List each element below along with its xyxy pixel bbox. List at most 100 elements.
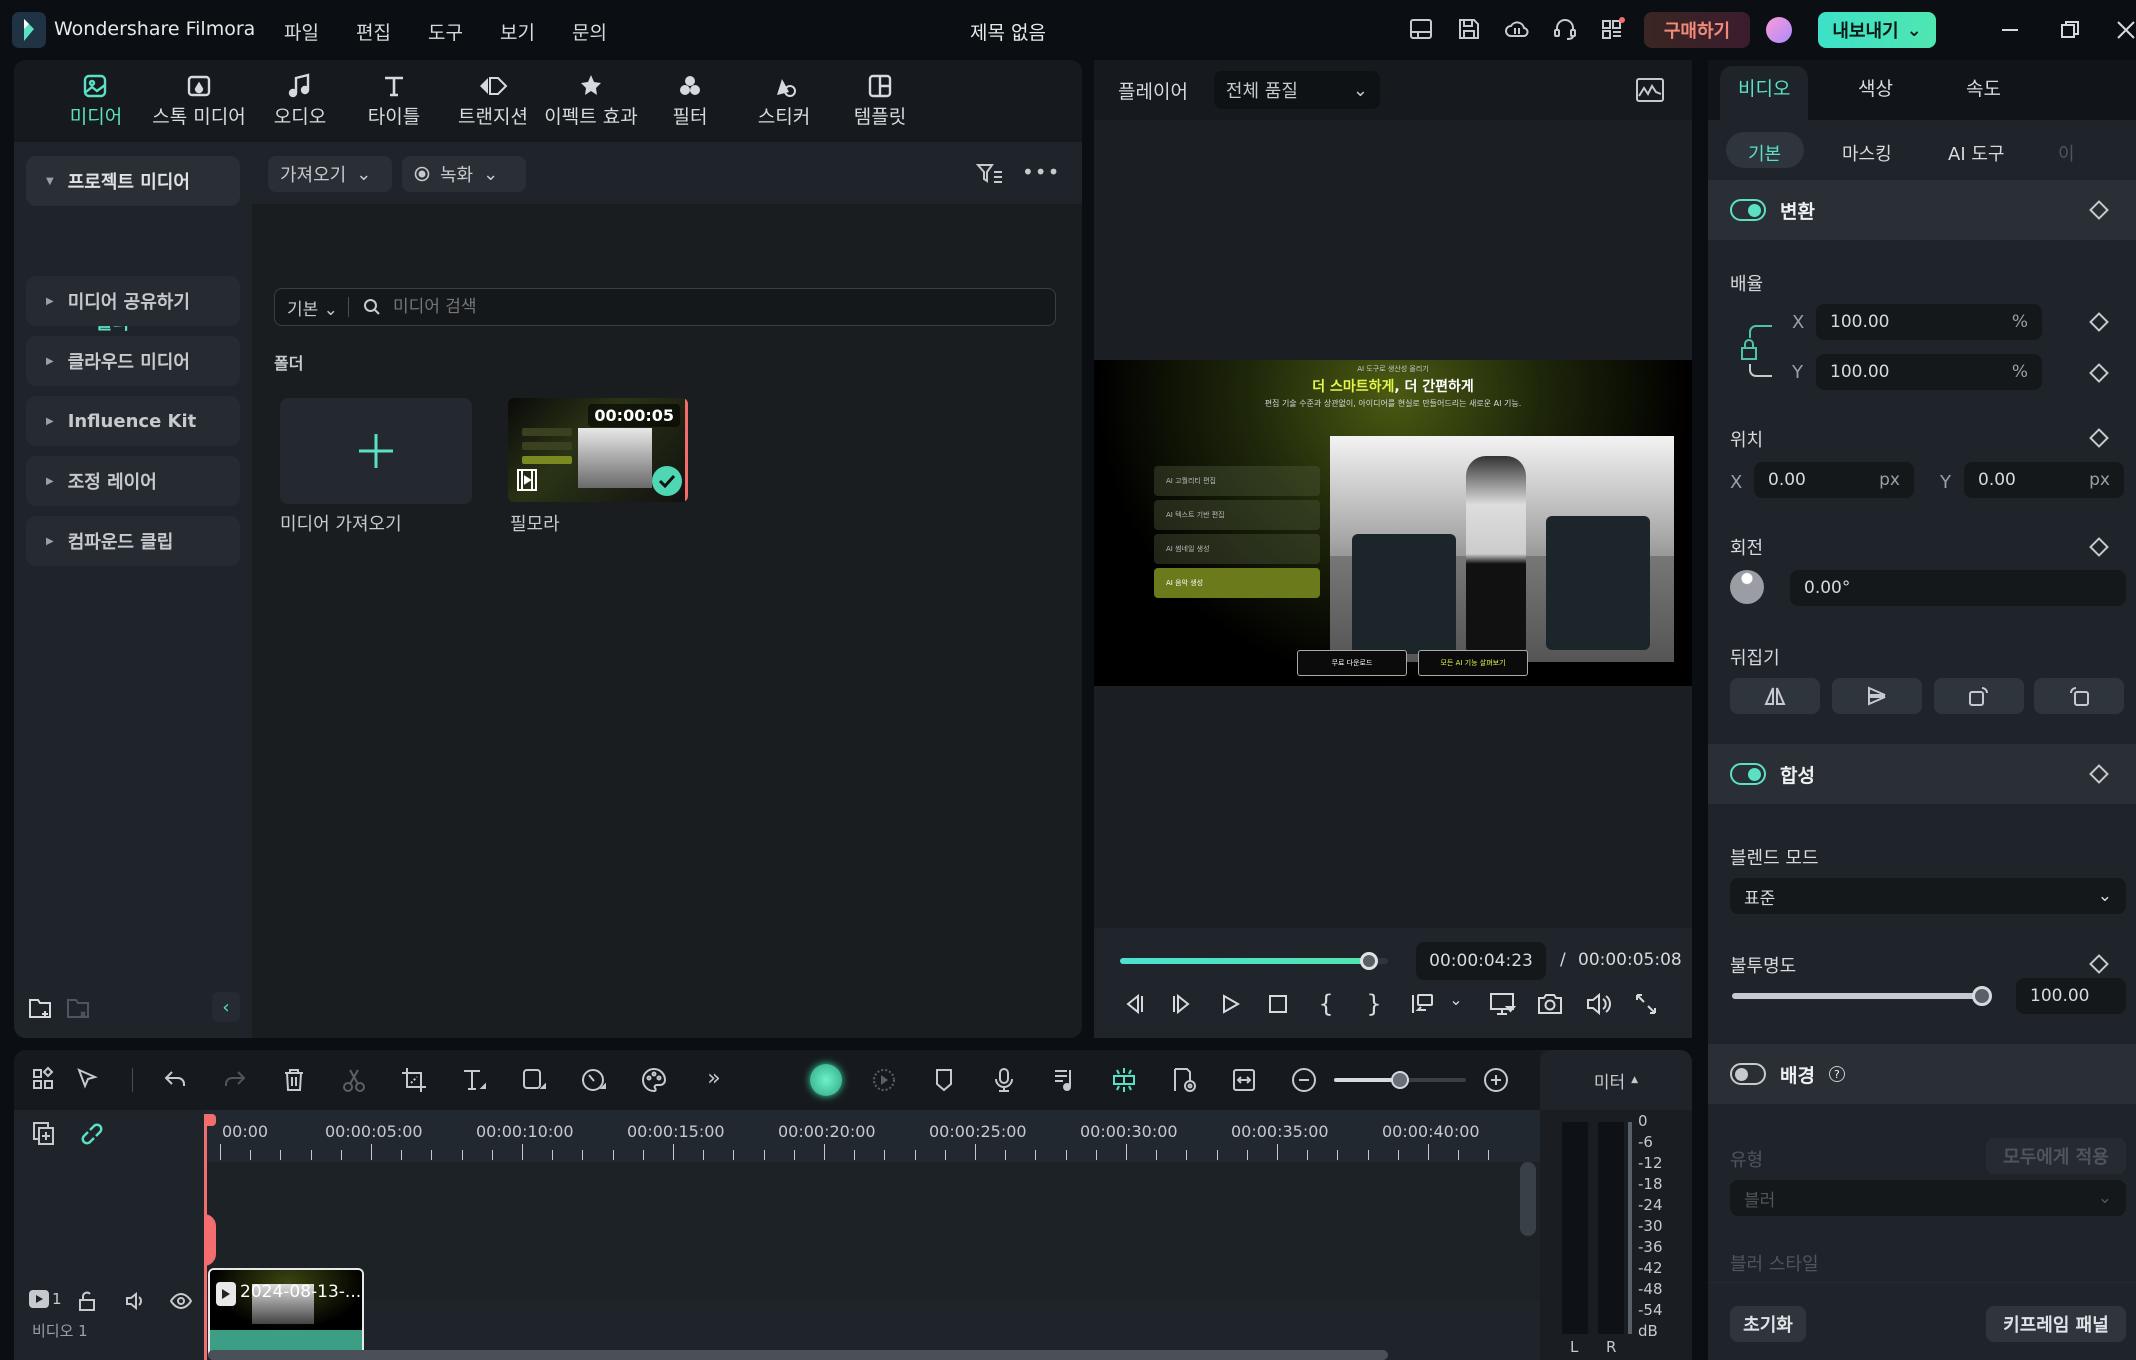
apps-grid-icon[interactable]: [1600, 16, 1628, 44]
prev-frame-icon[interactable]: [1120, 990, 1148, 1018]
snapshot-camera-icon[interactable]: [1536, 990, 1564, 1018]
position-y-input[interactable]: 0.00 px: [1964, 462, 2124, 498]
meter-toggle[interactable]: 미터 ▲: [1540, 1050, 1692, 1110]
quality-dropdown[interactable]: 전체 품질 ⌄: [1213, 71, 1380, 109]
insert-clip-icon[interactable]: [1408, 990, 1436, 1018]
save-icon[interactable]: [1456, 16, 1484, 44]
tab-filters[interactable]: 필터: [640, 70, 740, 136]
playhead-handle[interactable]: [204, 1114, 216, 1126]
menu-tools[interactable]: 도구: [428, 18, 463, 45]
cloud-sync-icon[interactable]: [1504, 16, 1532, 44]
more-options-icon[interactable]: •••: [1022, 160, 1060, 184]
tab-speed[interactable]: 속도: [1966, 74, 2001, 101]
opacity-slider-handle[interactable]: [1972, 986, 1992, 1006]
opacity-input[interactable]: 100.00: [2016, 978, 2126, 1014]
rotate-left-button[interactable]: [2034, 678, 2124, 714]
flip-vertical-button[interactable]: [1832, 678, 1922, 714]
filter-sort-icon[interactable]: [976, 162, 1004, 186]
background-toggle[interactable]: [1730, 1063, 1766, 1085]
sidebar-item-adjustment-layer[interactable]: ▶ 조정 레이어: [26, 456, 240, 506]
import-dropdown[interactable]: 가져오기 ⌄: [268, 156, 392, 192]
menu-file[interactable]: 파일: [284, 18, 319, 45]
sidebar-item-project-media[interactable]: ▼ 프로젝트 미디어: [26, 156, 240, 206]
keyframe-diamond-icon[interactable]: [2089, 537, 2109, 557]
close-icon[interactable]: [2112, 16, 2136, 44]
rotation-dial[interactable]: [1730, 570, 1764, 604]
current-time[interactable]: 00:00:04:23: [1416, 942, 1546, 980]
transform-toggle[interactable]: [1730, 199, 1766, 221]
headset-icon[interactable]: [1552, 16, 1580, 44]
mark-in-icon[interactable]: {: [1312, 990, 1340, 1018]
flip-horizontal-button[interactable]: [1730, 678, 1820, 714]
vertical-scrollbar[interactable]: [1520, 1162, 1536, 1236]
tab-stickers[interactable]: 스티커: [734, 70, 834, 136]
reset-button[interactable]: 초기화: [1730, 1306, 1806, 1342]
menu-help[interactable]: 문의: [572, 18, 607, 45]
progress-track[interactable]: [1120, 952, 1388, 970]
position-x-input[interactable]: 0.00 px: [1754, 462, 1914, 498]
tab-titles[interactable]: 타이틀: [344, 70, 444, 136]
playhead-marker[interactable]: [204, 1214, 216, 1266]
rotate-right-button[interactable]: [1934, 678, 2024, 714]
track-visibility-icon[interactable]: [170, 1290, 192, 1312]
tab-color[interactable]: 색상: [1858, 74, 1893, 101]
menu-view[interactable]: 보기: [500, 18, 535, 45]
scale-y-input[interactable]: 100.00%: [1816, 354, 2042, 390]
rotation-input[interactable]: 0.00°: [1790, 570, 2126, 606]
opacity-slider[interactable]: [1732, 986, 1992, 1006]
subtab-more[interactable]: 이: [2058, 140, 2075, 166]
export-button[interactable]: 내보내기 ⌄: [1818, 12, 1936, 48]
chevron-down-icon[interactable]: ⌄: [1442, 990, 1470, 1018]
waveform-scope-icon[interactable]: [1636, 78, 1664, 102]
keyframe-diamond-icon[interactable]: [2089, 954, 2109, 974]
subtab-basic[interactable]: 기본: [1748, 140, 1781, 166]
composite-toggle[interactable]: [1730, 763, 1766, 785]
restore-icon[interactable]: [2056, 16, 2084, 44]
tab-stock-media[interactable]: 스톡 미디어: [134, 70, 264, 136]
media-thumbnail-filmora[interactable]: 00:00:05: [508, 398, 688, 502]
lock-track-icon[interactable]: [76, 1290, 98, 1312]
buy-button[interactable]: 구매하기: [1644, 12, 1750, 48]
lock-ratio-icon[interactable]: [1738, 318, 1774, 384]
apply-to-all-button[interactable]: 모두에게 적용: [1986, 1138, 2126, 1174]
scale-x-input[interactable]: 100.00%: [1816, 304, 2042, 340]
keyframe-diamond-icon[interactable]: [2089, 428, 2109, 448]
keyframe-diamond-icon[interactable]: [2089, 312, 2109, 332]
sidebar-item-influence-kit[interactable]: ▶ Influence Kit: [26, 396, 240, 446]
sidebar-item-compound-clip[interactable]: ▶ 컴파운드 클립: [26, 516, 240, 566]
new-folder-icon[interactable]: [28, 996, 54, 1020]
keyframe-diamond-icon[interactable]: [2089, 363, 2109, 383]
menu-edit[interactable]: 편집: [356, 18, 391, 45]
user-avatar[interactable]: [1766, 17, 1792, 43]
subtab-ai-tools[interactable]: AI 도구: [1948, 140, 2004, 166]
import-media-tile[interactable]: [280, 398, 472, 504]
timeline-clip[interactable]: 2024-08-13-...: [208, 1268, 364, 1360]
progress-handle[interactable]: [1360, 952, 1379, 970]
mute-track-icon[interactable]: [124, 1290, 146, 1312]
keyframe-panel-button[interactable]: 키프레임 패널: [1986, 1306, 2126, 1342]
help-icon[interactable]: ?: [1828, 1066, 1845, 1082]
subtab-masking[interactable]: 마스킹: [1842, 140, 1892, 166]
tab-video[interactable]: 비디오: [1738, 74, 1790, 101]
tab-effects[interactable]: 이펙트 효과: [526, 70, 656, 136]
collapse-sidebar-button[interactable]: ‹: [212, 992, 240, 1022]
tab-templates[interactable]: 템플릿: [830, 70, 930, 136]
play-icon[interactable]: [1216, 990, 1244, 1018]
tab-audio[interactable]: 오디오: [250, 70, 350, 136]
display-settings-icon[interactable]: [1488, 990, 1516, 1018]
stop-icon[interactable]: [1264, 990, 1292, 1018]
horizontal-scrollbar[interactable]: [208, 1350, 1388, 1360]
next-frame-icon[interactable]: [1168, 990, 1196, 1018]
tab-media[interactable]: 미디어: [46, 70, 146, 136]
layout-icon[interactable]: [1408, 16, 1436, 44]
background-type-dropdown[interactable]: 블러 ⌄: [1730, 1180, 2126, 1216]
volume-icon[interactable]: [1584, 990, 1612, 1018]
view-mode-dropdown[interactable]: 기본 ⌄: [275, 295, 348, 320]
sidebar-item-cloud-media[interactable]: ▶ 클라우드 미디어: [26, 336, 240, 386]
delete-folder-icon[interactable]: [66, 996, 92, 1020]
sidebar-item-shared-media[interactable]: ▶ 미디어 공유하기: [26, 276, 240, 326]
blend-mode-dropdown[interactable]: 표준 ⌄: [1730, 878, 2126, 914]
minimize-icon[interactable]: [1996, 16, 2024, 44]
video-preview[interactable]: AI 도구로 생산성 올리기 더 스마트하게, 더 간편하게 편집 기술 수준과…: [1094, 360, 1692, 686]
media-search-input[interactable]: [392, 297, 993, 317]
